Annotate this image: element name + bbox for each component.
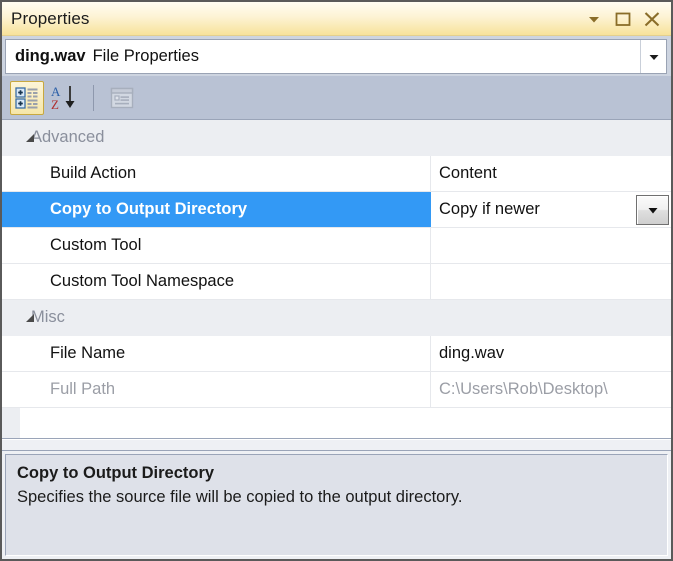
- category-row[interactable]: Advanced: [2, 120, 671, 156]
- category-value-spacer: [431, 300, 671, 335]
- toolbar-separator: [93, 84, 94, 111]
- property-name: Build Action: [2, 156, 431, 191]
- object-selector-combobox[interactable]: ding.wav File Properties: [5, 39, 667, 74]
- category-value-spacer: [431, 120, 671, 155]
- category-label: Misc: [31, 308, 65, 326]
- property-name: Copy to Output Directory: [50, 200, 248, 218]
- properties-panel: Properties ding.wav File Properties A Z …: [0, 0, 673, 561]
- grid-rows: Advanced Build Action Content Copy to Outpu…: [2, 120, 671, 408]
- chevron-down-icon: [648, 207, 657, 213]
- property-value[interactable]: [431, 264, 671, 299]
- property-row[interactable]: Build Action Content: [2, 156, 671, 192]
- property-row[interactable]: Full Path C:\Users\Rob\Desktop\: [2, 372, 671, 408]
- svg-text:Z: Z: [51, 97, 59, 112]
- description-title: Copy to Output Directory: [17, 464, 215, 482]
- property-row[interactable]: File Name ding.wav: [2, 336, 671, 372]
- expander-expanded-icon[interactable]: [24, 132, 36, 144]
- property-value[interactable]: ding.wav: [431, 336, 671, 371]
- close-icon[interactable]: [643, 10, 661, 28]
- property-value-text: Copy if newer: [439, 200, 540, 218]
- property-name: Full Path: [2, 372, 431, 407]
- object-selector-filename: ding.wav: [15, 47, 86, 65]
- object-selector-label: ding.wav File Properties: [6, 47, 199, 66]
- object-selector-area: ding.wav File Properties: [2, 36, 671, 76]
- object-selector-type: File Properties: [92, 47, 199, 65]
- property-value-text: Content: [439, 164, 497, 182]
- category-row[interactable]: Misc: [2, 300, 671, 336]
- property-row[interactable]: Copy to Output Directory Copy if newer: [2, 192, 671, 228]
- titlebar-buttons: [585, 10, 665, 28]
- property-value-text: ding.wav: [439, 344, 505, 362]
- window-options-dropdown-icon[interactable]: [585, 10, 603, 28]
- property-pages-button[interactable]: [105, 81, 139, 115]
- maximize-icon[interactable]: [614, 10, 632, 28]
- property-pages-icon: [110, 87, 134, 108]
- property-value[interactable]: Content: [431, 156, 671, 191]
- panel-titlebar: Properties: [2, 2, 671, 36]
- value-dropdown-button[interactable]: [636, 194, 669, 225]
- properties-toolbar: A Z: [2, 76, 671, 120]
- description-pane-wrapper: Copy to Output Directory Specifies the s…: [2, 451, 671, 559]
- category-label: Advanced: [31, 128, 105, 146]
- description-pane: Copy to Output Directory Specifies the s…: [5, 454, 668, 556]
- pane-splitter[interactable]: [2, 439, 671, 451]
- description-text: Specifies the source file will be copied…: [17, 488, 463, 506]
- property-value[interactable]: C:\Users\Rob\Desktop\: [431, 372, 671, 407]
- alphabetical-sort-button[interactable]: A Z: [48, 81, 82, 115]
- property-name: File Name: [2, 336, 431, 371]
- property-row[interactable]: Custom Tool: [2, 228, 671, 264]
- panel-title: Properties: [11, 8, 90, 28]
- categorized-icon: [15, 86, 38, 109]
- object-selector-chevron-down-icon[interactable]: [640, 40, 666, 73]
- property-value[interactable]: [431, 228, 671, 263]
- property-value[interactable]: Copy if newer: [431, 192, 671, 227]
- property-row[interactable]: Custom Tool Namespace: [2, 264, 671, 300]
- property-name: Custom Tool Namespace: [2, 264, 431, 299]
- sort-alphabetical-icon: A Z: [51, 84, 75, 112]
- expander-expanded-icon[interactable]: [24, 312, 36, 324]
- property-value-text: C:\Users\Rob\Desktop\: [439, 380, 608, 398]
- property-grid: Advanced Build Action Content Copy to Outpu…: [2, 120, 671, 439]
- categorized-view-button[interactable]: [10, 80, 44, 115]
- property-name: Custom Tool: [2, 228, 431, 263]
